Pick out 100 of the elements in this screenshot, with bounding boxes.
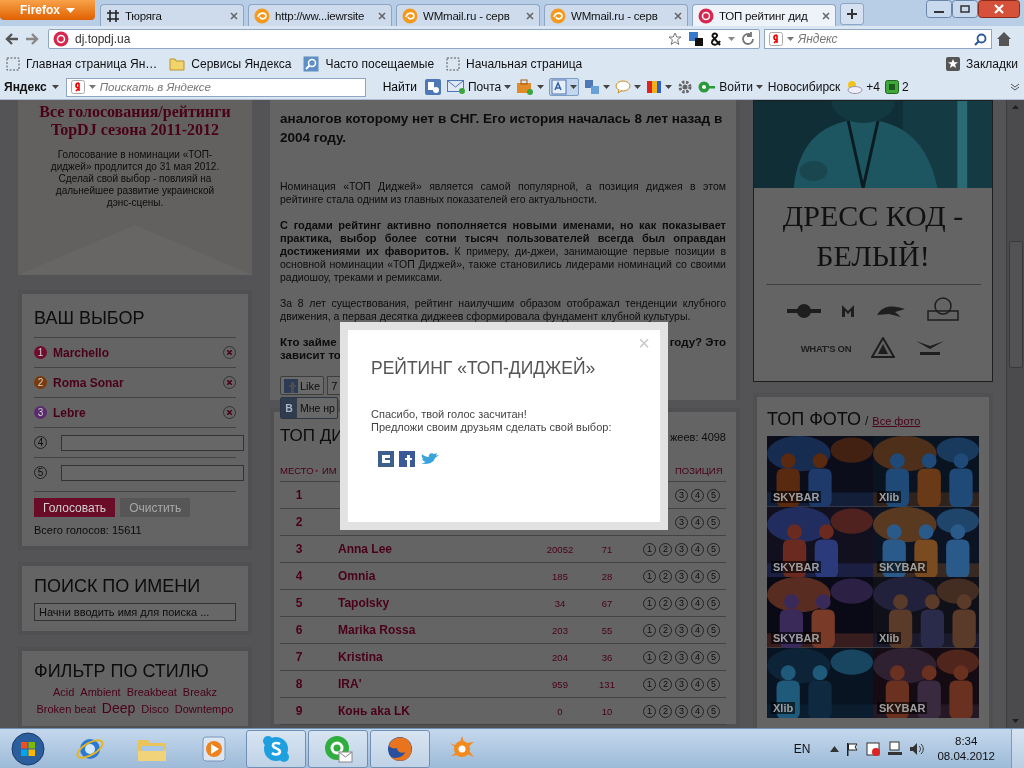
reload-icon[interactable] — [741, 32, 755, 46]
column-header[interactable]: МЕСТО — [280, 465, 318, 476]
dj-name[interactable]: Anna Lee — [318, 542, 524, 556]
chevron-up-icon[interactable] — [830, 745, 840, 752]
dj-name[interactable]: Lebre — [53, 405, 217, 420]
home-icon[interactable] — [996, 31, 1012, 47]
remove-icon[interactable] — [223, 376, 236, 389]
settings-icon[interactable] — [677, 79, 694, 95]
network-icon[interactable] — [887, 740, 904, 757]
ampersand-icon[interactable] — [710, 32, 722, 46]
search-field[interactable]: Поискать в Яндексе — [65, 77, 366, 97]
search-field[interactable]: Начни вводить имя для поиска ... — [34, 603, 236, 621]
style-tag[interactable]: Downtempo — [174, 703, 234, 715]
style-tag[interactable]: Breakz — [182, 686, 218, 698]
caret-icon[interactable] — [787, 37, 794, 41]
close-icon[interactable] — [822, 11, 830, 20]
share-icon[interactable] — [378, 451, 394, 467]
chevron-icon[interactable] — [1010, 83, 1020, 91]
dj-name[interactable]: Omnia — [318, 569, 524, 583]
dj-name[interactable]: Конь aka LK — [318, 704, 524, 718]
taskbar-button[interactable] — [308, 729, 368, 768]
address-field[interactable]: dj.topdj.ua — [48, 29, 760, 49]
chat-bubble-icon[interactable] — [261, 733, 291, 764]
browser-tab[interactable]: Тюряга — [100, 4, 244, 26]
browser-tab[interactable]: WMmail.ru - серв — [544, 4, 688, 26]
firefox-menu-button[interactable]: Firefox — [0, 0, 95, 20]
style-tag[interactable]: Ambient — [80, 686, 121, 698]
input-field[interactable] — [61, 434, 244, 451]
play-icon[interactable] — [199, 733, 229, 764]
bookmark-item[interactable]: Главная страница Ян… — [6, 56, 158, 71]
yandex-logo[interactable]: Яндекс — [4, 80, 47, 94]
search-field[interactable]: Яндекс — [764, 29, 992, 49]
star-icon[interactable] — [668, 32, 682, 46]
city-label[interactable]: Новосибирск — [767, 80, 841, 94]
vote-button[interactable]: Голосовать — [34, 498, 116, 517]
bookmark-item[interactable]: Сервисы Яндекса — [169, 56, 292, 71]
browser-tab[interactable]: WMmail.ru - серв — [396, 4, 540, 26]
language-indicator[interactable]: EN — [793, 741, 811, 756]
book-icon[interactable] — [646, 79, 663, 95]
style-tag[interactable]: Broken beat — [36, 703, 96, 715]
dj-name[interactable]: IRA' — [318, 677, 524, 691]
caret-icon[interactable] — [634, 85, 642, 89]
flag-icon[interactable] — [845, 741, 860, 756]
maximize-icon[interactable] — [952, 0, 978, 18]
browser-tab[interactable]: http://ww...iewrsite — [248, 4, 392, 26]
temperature-label[interactable]: +4 — [866, 80, 880, 94]
like-button[interactable]: Like — [280, 376, 325, 395]
all-photos-link[interactable]: Все фото — [872, 415, 921, 427]
bookmark-item[interactable]: Начальная страница — [446, 56, 583, 71]
mail-link[interactable]: Почта — [467, 80, 502, 94]
style-tag[interactable]: Deep — [101, 700, 136, 716]
caret-icon[interactable] — [728, 37, 735, 41]
caret-icon[interactable] — [504, 85, 512, 89]
dj-name[interactable]: Tapolsky — [318, 596, 524, 610]
minimize-icon[interactable] — [926, 0, 952, 18]
show-desktop-button[interactable] — [1011, 728, 1024, 768]
dj-name[interactable]: Marika Rossa — [318, 623, 524, 637]
caret-icon[interactable] — [603, 85, 611, 89]
search-icon[interactable] — [974, 32, 987, 46]
bird-icon[interactable] — [420, 452, 440, 466]
counter-label[interactable]: 2 — [902, 80, 909, 94]
taskbar-button[interactable] — [246, 729, 306, 768]
shield-icon[interactable] — [865, 740, 882, 757]
find-button[interactable]: Найти — [380, 80, 419, 94]
close-icon[interactable] — [526, 11, 534, 20]
browser-tab[interactable]: ТОП рейтинг дид — [692, 4, 836, 26]
bookmark-item[interactable]: Часто посещаемые — [303, 55, 435, 72]
caret-icon[interactable] — [537, 85, 545, 89]
new-tab-icon[interactable] — [840, 3, 864, 25]
remove-icon[interactable] — [223, 406, 236, 419]
close-button[interactable]: × — [638, 332, 650, 355]
close-icon[interactable] — [978, 0, 1020, 18]
clear-button[interactable]: Очистить — [120, 498, 191, 517]
share-icon[interactable] — [399, 451, 415, 467]
style-tag[interactable]: Breakbeat — [126, 686, 177, 698]
caret-icon[interactable] — [570, 85, 578, 89]
close-icon[interactable] — [674, 11, 682, 20]
style-tag[interactable]: Disco — [141, 703, 169, 715]
bookmarks-menu[interactable]: Закладки — [946, 56, 1018, 71]
taskbar-button[interactable] — [370, 729, 430, 768]
style-tag[interactable]: Acid — [52, 686, 75, 698]
login-link[interactable]: Войти — [719, 80, 753, 94]
share-button[interactable]: В Мне нр — [280, 397, 338, 419]
dj-name[interactable]: Marchello — [53, 345, 217, 360]
input-field[interactable] — [61, 464, 244, 481]
back-icon[interactable] — [4, 31, 20, 47]
caret-icon[interactable] — [755, 85, 763, 89]
dj-name[interactable]: Roma Sonar — [53, 375, 217, 390]
start-button[interactable] — [8, 729, 48, 768]
caret-icon[interactable] — [88, 85, 96, 89]
scrollbar[interactable] — [1006, 100, 1024, 728]
close-icon[interactable] — [230, 11, 238, 20]
scrollbar-thumb[interactable] — [1008, 241, 1023, 368]
forward-icon[interactable] — [24, 31, 40, 47]
caret-icon[interactable] — [51, 85, 59, 89]
clock[interactable]: 8:34 08.04.2012 — [937, 733, 995, 764]
remove-icon[interactable] — [223, 346, 236, 359]
dj-name[interactable]: Kristina — [318, 650, 524, 664]
caret-icon[interactable] — [665, 85, 673, 89]
close-icon[interactable] — [378, 11, 386, 20]
